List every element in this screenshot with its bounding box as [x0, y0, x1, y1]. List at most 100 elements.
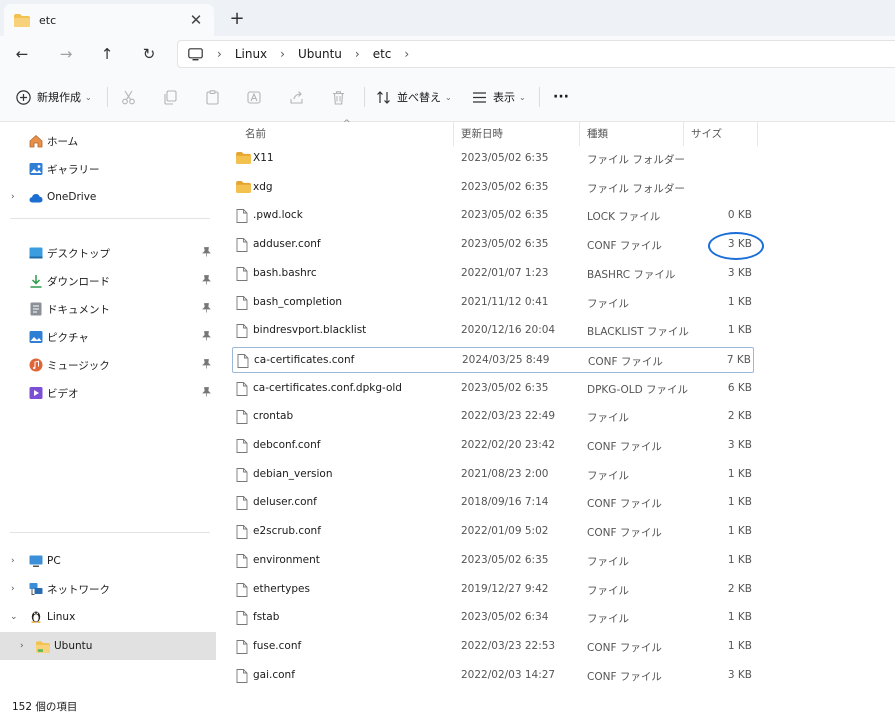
rename-button[interactable]: [247, 85, 262, 109]
breadcrumb-etc[interactable]: etc: [373, 47, 392, 61]
breadcrumb-ubuntu[interactable]: Ubuntu: [298, 47, 342, 61]
file-row[interactable]: bash_completion 2021/11/12 0:41 ファイル 1 KB: [232, 290, 754, 316]
file-name: fuse.conf: [253, 639, 302, 652]
column-divider[interactable]: [683, 122, 684, 146]
sidebar-item-label: デスクトップ: [47, 247, 110, 260]
file-row[interactable]: fuse.conf 2022/03/23 22:53 CONF ファイル 1 KB: [232, 634, 754, 660]
sidebar-item-pc[interactable]: › PC: [0, 548, 216, 574]
view-button[interactable]: 表示 ⌄: [472, 85, 526, 109]
file-row[interactable]: deluser.conf 2018/09/16 7:14 CONF ファイル 1 KB: [232, 490, 754, 516]
chevron-right-icon[interactable]: ›: [20, 641, 24, 651]
sidebar-item-network[interactable]: › ネットワーク: [0, 576, 216, 602]
file-row[interactable]: bindresvport.blacklist 2020/12/16 20:04 BL…: [232, 318, 754, 344]
column-header-type[interactable]: 種類: [587, 126, 608, 141]
sidebar-item-desktop[interactable]: デスクトップ: [0, 240, 216, 266]
file-icon: [236, 381, 248, 399]
address-bar[interactable]: › Linux › Ubuntu › etc ›: [177, 40, 895, 68]
file-row[interactable]: ethertypes 2019/12/27 9:42 ファイル 2 KB: [232, 577, 754, 603]
pin-icon[interactable]: [202, 330, 211, 344]
sort-button[interactable]: 並べ替え ⌄: [376, 85, 452, 109]
file-type: BLACKLIST ファイル: [587, 326, 689, 339]
file-row[interactable]: .pwd.lock 2023/05/02 6:35 LOCK ファイル 0 KB: [232, 203, 754, 229]
file-row[interactable]: fstab 2023/05/02 6:34 ファイル 1 KB: [232, 605, 754, 631]
sidebar-item-gallery[interactable]: ギャラリー: [0, 156, 216, 182]
refresh-button[interactable]: ↻: [136, 42, 162, 66]
file-name: bash.bashrc: [253, 266, 317, 279]
up-button[interactable]: ↑: [94, 42, 120, 66]
new-button[interactable]: 新規作成 ⌄: [16, 85, 92, 109]
file-name: fstab: [253, 611, 280, 624]
file-name: ca-certificates.conf.dpkg-old: [253, 381, 402, 394]
pin-icon[interactable]: [202, 274, 211, 288]
column-header-date[interactable]: 更新日時: [461, 126, 503, 141]
tab-etc[interactable]: etc ✕: [4, 4, 214, 36]
sidebar-item-home[interactable]: ホーム: [0, 128, 216, 154]
chevron-right-icon[interactable]: ›: [11, 192, 15, 202]
share-button[interactable]: [289, 85, 304, 109]
pin-icon[interactable]: [202, 386, 211, 400]
column-divider[interactable]: [453, 122, 454, 146]
column-header-size[interactable]: サイズ: [691, 126, 722, 141]
paste-button[interactable]: [205, 85, 220, 109]
sidebar-item-music[interactable]: ミュージック: [0, 352, 216, 378]
file-icon: [236, 381, 248, 396]
folder-icon: [236, 152, 251, 167]
file-row[interactable]: X11 2023/05/02 6:35 ファイル フォルダー: [232, 146, 754, 172]
sidebar-item-label: Linux: [47, 611, 76, 623]
sidebar-item-linux[interactable]: ⌄ Linux: [0, 604, 216, 630]
pin-icon[interactable]: [202, 246, 211, 260]
file-name: crontab: [253, 410, 294, 423]
file-icon: [236, 525, 248, 542]
column-divider[interactable]: [579, 122, 580, 146]
sidebar-item-onedrive[interactable]: › OneDrive: [0, 184, 216, 210]
breadcrumb-separator[interactable]: ›: [280, 47, 285, 61]
sidebar-item-documents[interactable]: ドキュメント: [0, 296, 216, 322]
sort-ascending-icon: ^: [343, 119, 351, 129]
pin-icon[interactable]: [202, 358, 211, 372]
new-tab-button[interactable]: +: [226, 8, 248, 30]
sidebar-item-pictures[interactable]: ピクチャ: [0, 324, 216, 350]
sidebar-divider: [10, 532, 210, 533]
document-icon: [30, 302, 42, 316]
file-name: ca-certificates.conf: [254, 353, 355, 366]
file-row[interactable]: crontab 2022/03/23 22:49 ファイル 2 KB: [232, 404, 754, 430]
file-row[interactable]: bash.bashrc 2022/01/07 1:23 BASHRC ファイル 3 K…: [232, 261, 754, 287]
file-row[interactable]: ca-certificates.conf.dpkg-old 2023/05/02 …: [232, 376, 754, 402]
chevron-right-icon[interactable]: ›: [11, 584, 15, 594]
more-options-button[interactable]: ···: [553, 85, 569, 109]
close-tab-icon[interactable]: ✕: [187, 11, 205, 29]
breadcrumb-linux[interactable]: Linux: [235, 47, 267, 61]
copy-button[interactable]: [163, 85, 178, 109]
sidebar-item-label: ミュージック: [47, 359, 110, 372]
delete-button[interactable]: [331, 85, 346, 109]
file-type: ファイル: [587, 613, 629, 626]
file-row[interactable]: adduser.conf 2023/05/02 6:35 CONF ファイル 3 KB: [232, 232, 754, 258]
file-row[interactable]: ca-certificates.conf 2024/03/25 8:49 CONF …: [232, 346, 754, 373]
cut-button[interactable]: [121, 85, 136, 109]
file-row[interactable]: debconf.conf 2022/02/20 23:42 CONF ファイル 3 K…: [232, 433, 754, 459]
sidebar-item-downloads[interactable]: ダウンロード: [0, 268, 216, 294]
file-row[interactable]: environment 2023/05/02 6:35 ファイル 1 KB: [232, 548, 754, 574]
back-button[interactable]: ←: [9, 42, 35, 66]
file-name: bindresvport.blacklist: [253, 324, 367, 337]
file-date: 2019/12/27 9:42: [461, 582, 549, 595]
toolbar-divider: [107, 87, 108, 107]
file-size: 1 KB: [727, 639, 752, 652]
file-row[interactable]: gai.conf 2022/02/03 14:27 CONF ファイル 3 KB: [232, 663, 754, 689]
new-button-label: 新規作成: [37, 91, 81, 104]
pin-icon[interactable]: [202, 302, 211, 316]
chevron-down-icon[interactable]: ⌄: [10, 612, 18, 622]
sidebar-item-ubuntu[interactable]: › Ubuntu: [0, 632, 216, 660]
column-divider[interactable]: [757, 122, 758, 146]
sort-icon: [377, 90, 390, 104]
column-header-name[interactable]: 名前: [245, 126, 266, 141]
file-row[interactable]: e2scrub.conf 2022/01/09 5:02 CONF ファイル 1 KB: [232, 519, 754, 545]
chevron-right-icon[interactable]: ›: [11, 556, 15, 566]
breadcrumb-separator[interactable]: ›: [355, 47, 360, 61]
file-row[interactable]: debian_version 2021/08/23 2:00 ファイル 1 KB: [232, 462, 754, 488]
forward-button[interactable]: →: [53, 42, 79, 66]
breadcrumb-separator[interactable]: ›: [404, 47, 409, 61]
sidebar-item-videos[interactable]: ビデオ: [0, 380, 216, 406]
file-row[interactable]: xdg 2023/05/02 6:35 ファイル フォルダー: [232, 175, 754, 201]
file-icon: [236, 410, 248, 427]
